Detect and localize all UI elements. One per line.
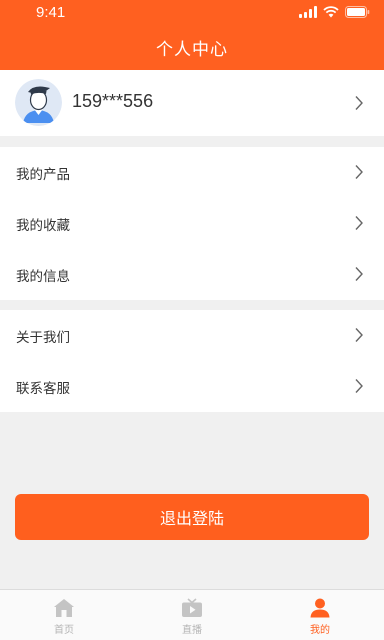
chevron-right-icon xyxy=(354,164,364,180)
battery-icon xyxy=(345,5,370,18)
status-time: 9:41 xyxy=(36,4,66,21)
menu-item-my-info[interactable]: 我的信息 xyxy=(0,249,384,300)
nav-bar: 个人中心 xyxy=(0,25,384,70)
chevron-right-icon xyxy=(354,95,364,111)
menu-item-label: 联系客服 xyxy=(16,380,70,397)
profile-row[interactable]: 159***556 xyxy=(0,70,384,136)
wifi-icon xyxy=(323,5,339,18)
menu-group-secondary: 关于我们 联系客服 xyxy=(0,310,384,412)
tab-mine[interactable]: 我的 xyxy=(256,590,384,640)
tab-live[interactable]: 直播 xyxy=(128,590,256,640)
tab-home[interactable]: 首页 xyxy=(0,590,128,640)
status-icons xyxy=(299,5,370,18)
menu-item-my-products[interactable]: 我的产品 xyxy=(0,147,384,198)
user-icon xyxy=(309,598,331,618)
menu-group-primary: 我的产品 我的收藏 我的信息 xyxy=(0,147,384,300)
menu-item-about-us[interactable]: 关于我们 xyxy=(0,310,384,361)
menu-item-my-favorites[interactable]: 我的收藏 xyxy=(0,198,384,249)
menu-item-label: 关于我们 xyxy=(16,329,70,346)
tab-label: 直播 xyxy=(182,625,202,636)
tab-bar: 首页 直播 我的 xyxy=(0,589,384,640)
menu-item-contact-support[interactable]: 联系客服 xyxy=(0,361,384,412)
chevron-right-icon xyxy=(354,215,364,231)
logout-label: 退出登陆 xyxy=(159,509,224,528)
tab-label: 我的 xyxy=(310,625,330,636)
logout-button[interactable]: 退出登陆 xyxy=(15,494,369,540)
tab-label: 首页 xyxy=(54,625,74,636)
chevron-right-icon xyxy=(354,378,364,394)
avatar xyxy=(15,79,62,126)
signal-icon xyxy=(299,5,317,18)
tv-icon xyxy=(181,598,203,618)
page-title: 个人中心 xyxy=(156,40,228,60)
phone-number: 159***556 xyxy=(72,91,154,111)
status-bar: 9:41 xyxy=(0,0,384,25)
menu-item-label: 我的信息 xyxy=(16,268,70,285)
chevron-right-icon xyxy=(354,327,364,343)
home-icon xyxy=(53,598,75,618)
menu-item-label: 我的收藏 xyxy=(16,217,70,234)
menu-item-label: 我的产品 xyxy=(16,166,70,183)
chevron-right-icon xyxy=(354,266,364,282)
